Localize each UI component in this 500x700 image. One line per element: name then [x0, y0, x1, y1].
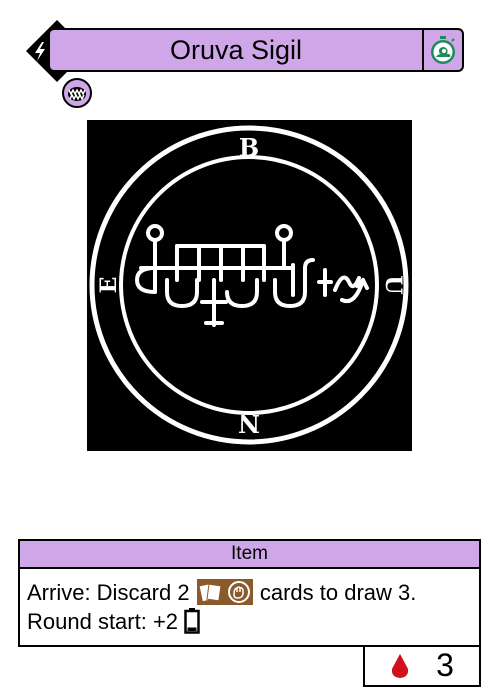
- card-title: Oruva Sigil: [169, 34, 303, 65]
- title-bar: Oruva Sigil: [48, 28, 464, 72]
- ability-line-1: Arrive: Discard 2 cards to draw 3.: [27, 578, 479, 607]
- life-value: 3: [436, 646, 454, 683]
- ability-text-draw: cards to draw 3.: [259, 580, 417, 605]
- sigil-letter-right: U: [380, 275, 406, 294]
- type-bar: Item: [18, 539, 481, 569]
- battery-icon: [184, 608, 200, 634]
- sigil-letter-left: E: [96, 277, 122, 294]
- life-box: 3: [363, 645, 481, 687]
- cards-and-hand-icon: [196, 579, 253, 605]
- fanged-mouth-icon: [62, 78, 92, 108]
- ability-line-2: Round start: +2: [27, 607, 479, 636]
- sigil-letter-top: B: [239, 133, 259, 162]
- ability-text-arrive: Arrive: Discard 2: [27, 580, 190, 605]
- ability-text-round-start: Round start: +2: [27, 609, 179, 634]
- snail-stopwatch-icon: [431, 36, 455, 64]
- sigil-art: B U N E: [87, 120, 412, 451]
- ability-text-box: Arrive: Discard 2 cards to draw 3. Round…: [18, 567, 481, 647]
- card-type: Item: [231, 543, 268, 564]
- title-divider: [422, 30, 424, 70]
- sigil-letter-bottom: N: [238, 409, 260, 438]
- blood-drop-icon: [391, 654, 409, 678]
